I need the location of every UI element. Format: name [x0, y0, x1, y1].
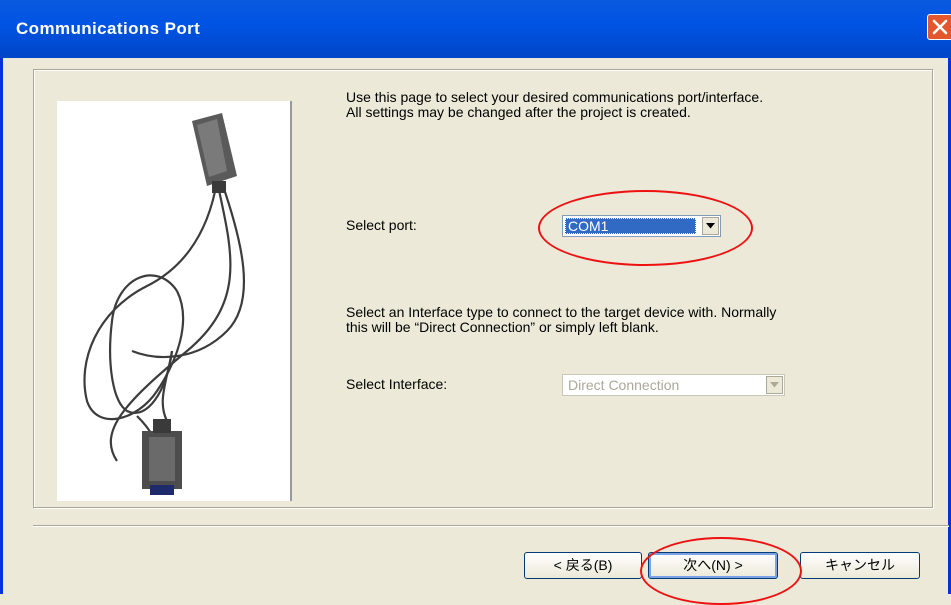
- description-interface-line2: this will be “Direct Connection” or simp…: [346, 319, 659, 335]
- close-icon: [932, 19, 948, 35]
- select-interface-value: Direct Connection: [568, 377, 680, 393]
- description-port-line2: All settings may be changed after the pr…: [346, 104, 691, 120]
- chevron-down-icon: [770, 382, 779, 388]
- cancel-button[interactable]: キャンセル: [800, 552, 920, 579]
- dropdown-button[interactable]: [702, 217, 719, 235]
- description-interface-line1: Select an Interface type to connect to t…: [346, 304, 777, 320]
- serial-cable-image: [57, 101, 292, 501]
- title-bar[interactable]: Communications Port: [0, 0, 951, 58]
- select-interface-label: Select Interface:: [346, 376, 448, 392]
- close-button[interactable]: [927, 14, 951, 40]
- dropdown-button-disabled: [766, 376, 783, 394]
- divider: [33, 525, 949, 527]
- window-title: Communications Port: [16, 19, 201, 38]
- select-port-value: COM1: [565, 218, 696, 234]
- select-interface-combobox: Direct Connection: [562, 374, 785, 396]
- next-button[interactable]: 次へ(N) >: [648, 552, 778, 579]
- description-interface: Select an Interface type to connect to t…: [346, 305, 926, 335]
- select-port-combobox[interactable]: COM1: [562, 215, 721, 237]
- select-port-label: Select port:: [346, 217, 417, 233]
- description-port-line1: Use this page to select your desired com…: [346, 89, 764, 105]
- chevron-down-icon: [706, 223, 715, 229]
- back-button[interactable]: < 戻る(B): [524, 552, 642, 579]
- description-port: Use this page to select your desired com…: [346, 90, 926, 120]
